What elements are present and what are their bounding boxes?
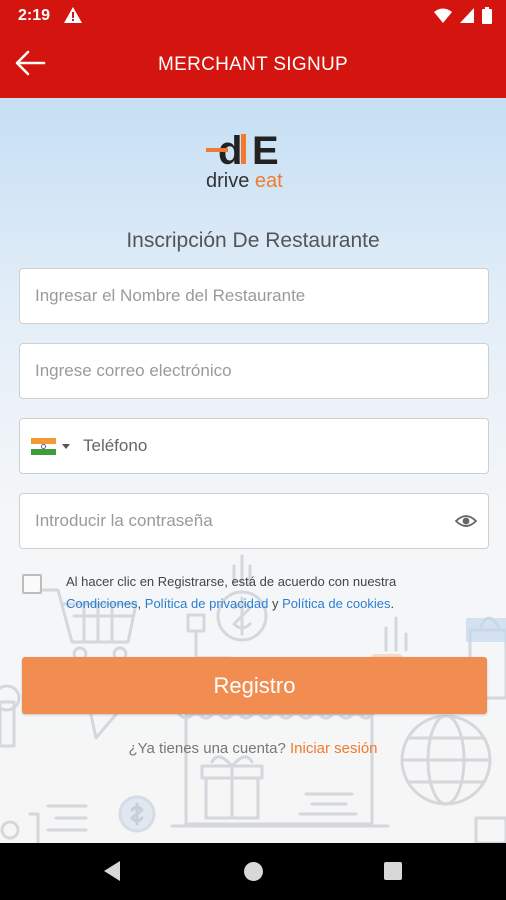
logo-wordmark: drive eat <box>206 170 302 193</box>
password-input[interactable]: Introducir la contraseña <box>19 493 489 549</box>
cookie-policy-link[interactable]: Política de cookies <box>282 596 390 611</box>
status-bar: 2:19 <box>0 0 506 32</box>
form-title: Inscripción De Restaurante <box>126 229 380 252</box>
status-time: 2:19 <box>18 7 51 24</box>
country-dropdown-icon[interactable] <box>62 444 70 449</box>
email-input[interactable]: Ingrese correo electrónico <box>19 343 489 399</box>
app-bar: MERCHANT SIGNUP <box>0 32 506 98</box>
india-flag-icon[interactable] <box>31 438 56 455</box>
terms-prefix: Al hacer clic en Registrarse, está de ac… <box>66 574 397 589</box>
alert-icon <box>64 7 82 28</box>
battery-icon <box>482 7 492 29</box>
logo-word-drive: drive <box>206 170 250 192</box>
privacy-policy-link[interactable]: Política de privacidad <box>145 596 269 611</box>
signal-icon <box>460 8 474 28</box>
signin-link[interactable]: Iniciar sesión <box>290 740 378 757</box>
page-title: MERCHANT SIGNUP <box>158 54 348 75</box>
email-placeholder: Ingrese correo electrónico <box>35 361 232 380</box>
signin-prompt: ¿Ya tienes una cuenta? Iniciar sesión <box>0 740 506 757</box>
register-button[interactable]: Registro <box>22 657 487 714</box>
password-placeholder: Introducir la contraseña <box>35 511 213 530</box>
restaurant-name-placeholder: Ingresar el Nombre del Restaurante <box>35 286 306 305</box>
wifi-icon <box>434 8 452 28</box>
eye-icon[interactable] <box>455 512 477 530</box>
terms-text: Al hacer clic en Registrarse, está de ac… <box>66 571 486 615</box>
svg-text:E: E <box>252 129 279 170</box>
terms-suffix: . <box>390 596 395 611</box>
status-icons <box>434 7 492 29</box>
phone-placeholder: Teléfono <box>83 436 148 455</box>
terms-sep2: y <box>268 596 283 611</box>
signin-question: ¿Ya tienes una cuenta? <box>128 740 286 757</box>
drive-eat-logo: d E drive eat <box>206 128 302 194</box>
nav-recents-icon[interactable] <box>384 862 402 880</box>
terms-checkbox[interactable] <box>22 574 42 594</box>
restaurant-name-input[interactable]: Ingresar el Nombre del Restaurante <box>19 268 489 324</box>
phone-input[interactable]: Teléfono <box>19 418 489 474</box>
conditions-link[interactable]: Condiciones <box>66 596 138 611</box>
nav-back-icon[interactable] <box>102 860 122 882</box>
nav-home-icon[interactable] <box>244 862 263 881</box>
logo-mark: d E <box>206 129 279 170</box>
signup-content: d E drive eat Inscripción De Restaurante… <box>0 98 506 843</box>
logo-word-eat: eat <box>254 170 283 192</box>
terms-sep1: , <box>137 596 145 611</box>
system-nav-bar <box>0 843 506 900</box>
